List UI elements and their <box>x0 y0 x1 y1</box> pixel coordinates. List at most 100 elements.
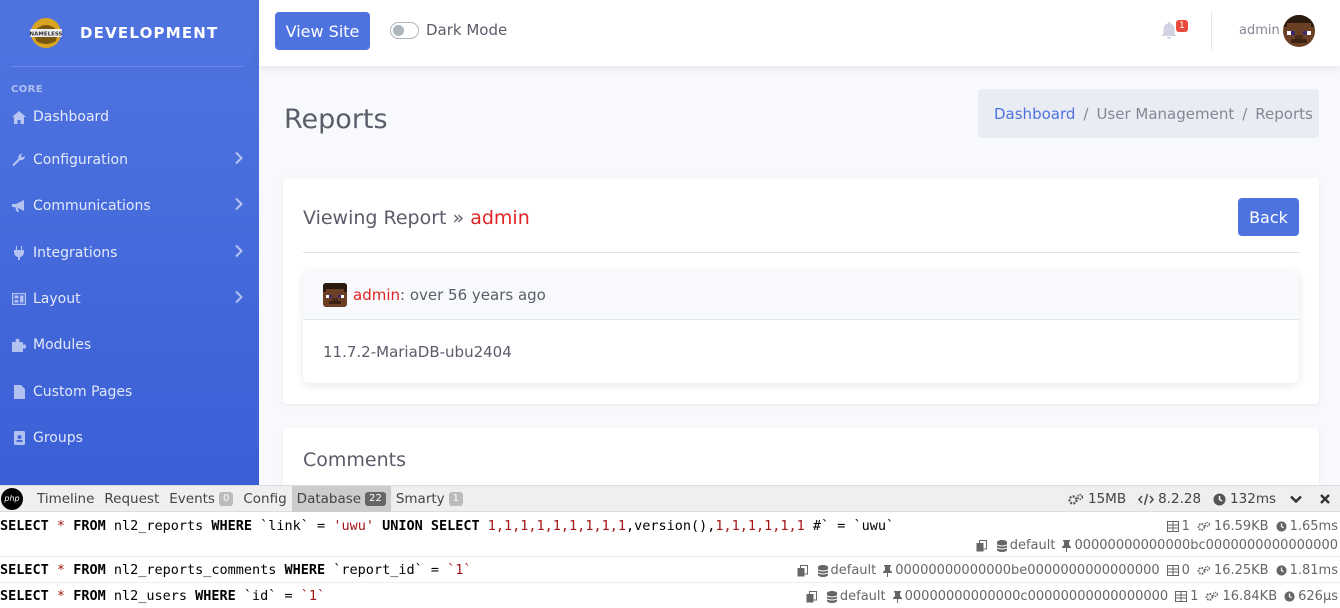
statement-value: 00000000000000be0000000000000000 <box>895 563 1160 578</box>
breadcrumb: Dashboard / User Management / Reports <box>978 89 1319 138</box>
sidebar-item-custom-pages[interactable]: Custom Pages <box>0 368 259 414</box>
chevron-right-icon <box>235 151 243 169</box>
memory-stat: 16.25KB <box>1197 563 1269 578</box>
sql-token: nl2_reports_comments <box>105 562 285 578</box>
view-site-button[interactable]: View Site <box>275 12 370 50</box>
clock-icon <box>1276 521 1287 532</box>
sql-token: `id` = <box>235 588 301 604</box>
report-time: : over 56 years ago <box>400 285 546 304</box>
sql-token: `1` <box>447 562 472 578</box>
tab-label: Events <box>169 490 215 507</box>
tab-config[interactable]: Config <box>238 486 291 512</box>
time-stat: 132ms <box>1213 491 1276 507</box>
code-icon <box>1138 493 1155 505</box>
home-icon <box>12 110 26 124</box>
memory-stat: 16.59KB <box>1197 519 1269 534</box>
dark-mode-toggle[interactable] <box>390 22 419 39</box>
sidebar-item-label: Configuration <box>33 152 128 169</box>
back-button[interactable]: Back <box>1238 198 1299 236</box>
memory-value: 16.84KB <box>1222 589 1278 604</box>
tab-smarty[interactable]: Smarty 1 <box>391 486 468 512</box>
author-avatar <box>323 282 347 307</box>
statement-value: 00000000000000bc0000000000000000 <box>1074 538 1338 553</box>
query-row[interactable]: SELECT * FROM nl2_users WHERE `id` = `1`… <box>0 583 1340 608</box>
sidebar-item-layout[interactable]: Layout <box>0 276 259 322</box>
clock-icon <box>1213 493 1226 505</box>
connection-stat: default <box>826 589 886 604</box>
breadcrumb-dashboard-link[interactable]: Dashboard <box>994 105 1075 123</box>
tab-database[interactable]: Database 22 <box>291 485 391 512</box>
tab-timeline[interactable]: Timeline <box>32 486 99 512</box>
rows-value: 1 <box>1181 519 1190 534</box>
sidebar-item-label: Groups <box>33 429 83 446</box>
sidebar-item-communications[interactable]: Communications <box>0 183 259 229</box>
sql-token: WHERE <box>195 588 236 604</box>
statement-stat: 00000000000000be0000000000000000 <box>883 563 1160 578</box>
query-sql: SELECT * FROM nl2_users WHERE `id` = `1` <box>0 588 325 604</box>
memory-value: 16.25KB <box>1213 563 1269 578</box>
report-title: Viewing Report » admin <box>303 207 530 229</box>
topbar: View Site Dark Mode 1 admin <box>259 0 1340 66</box>
avatar[interactable] <box>1283 15 1315 47</box>
report-title-user[interactable]: admin <box>470 207 530 229</box>
sidebar-item-modules[interactable]: Modules <box>0 322 259 368</box>
nameless-logo: NAMELESS <box>28 15 64 51</box>
sidebar-heading: CORE <box>11 84 43 95</box>
query-meta: default 00000000000000bc0000000000000000 <box>969 538 1338 553</box>
rows-stat: 0 <box>1166 563 1190 578</box>
sidebar-item-groups[interactable]: Groups <box>0 415 259 461</box>
bell-icon[interactable] <box>1161 21 1177 40</box>
connection-stat: default <box>996 538 1055 553</box>
report-author[interactable]: admin <box>353 286 400 304</box>
copy-icon[interactable] <box>797 564 811 577</box>
memory-stat: 15MB <box>1068 491 1126 507</box>
sql-token: WHERE <box>211 518 253 534</box>
connection-stat: default <box>817 563 876 578</box>
duration-value: 1.81ms <box>1289 563 1338 578</box>
sidebar-item-integrations[interactable]: Integrations <box>0 230 259 276</box>
copy-icon[interactable] <box>976 539 990 552</box>
copy-icon[interactable] <box>806 590 820 603</box>
sql-token: * <box>56 518 66 534</box>
sql-token: FROM <box>73 562 106 578</box>
tab-label: Request <box>104 490 160 507</box>
php-logo[interactable]: php <box>1 487 23 510</box>
sql-token: * <box>56 588 66 604</box>
sql-token: `1` <box>300 588 326 604</box>
chevron-right-icon <box>235 198 243 215</box>
sidebar-item-configuration[interactable]: Configuration <box>0 137 259 183</box>
notification-badge: 1 <box>1176 20 1188 32</box>
query-row[interactable]: SELECT * FROM nl2_reports_comments WHERE… <box>0 557 1340 583</box>
table-icon <box>1166 521 1179 532</box>
query-row[interactable]: SELECT * FROM nl2_reports WHERE `link` =… <box>0 512 1340 557</box>
user-name[interactable]: admin <box>1239 23 1280 38</box>
topbar-divider <box>1211 12 1212 50</box>
sql-token: 1,1,1,1,1,1 <box>715 518 805 534</box>
sidebar-brand[interactable]: NAMELESS DEVELOPMENT <box>0 0 259 66</box>
tab-events[interactable]: Events 0 <box>164 486 238 512</box>
debugbar-header: php Timeline Request Events 0 Config Data… <box>0 485 1340 512</box>
sql-token: * <box>56 562 66 578</box>
tab-request[interactable]: Request <box>99 486 164 512</box>
close-icon[interactable] <box>1320 494 1334 504</box>
bullhorn-icon <box>12 199 26 213</box>
statement-stat: 00000000000000bc0000000000000000 <box>1062 538 1338 553</box>
page-title: Reports <box>284 104 388 135</box>
sidebar-item-label: Modules <box>33 337 92 354</box>
sidebar-item-label: Communications <box>33 198 151 215</box>
tab-label: Config <box>243 490 287 507</box>
breadcrumb-separator: / <box>1242 104 1248 123</box>
cogs-icon <box>1206 591 1219 601</box>
sql-token: ,version(), <box>625 518 716 534</box>
connection-value: default <box>839 589 886 604</box>
report-content: 11.7.2-MariaDB-ubu2404 <box>323 343 512 361</box>
sidebar-item-dashboard[interactable]: Dashboard <box>0 97 259 137</box>
tab-label: Smarty <box>395 490 445 507</box>
cogs-icon <box>1197 521 1210 531</box>
chevron-down-icon[interactable] <box>1290 495 1306 504</box>
query-meta: default 00000000000000c00000000000000000… <box>799 589 1338 604</box>
